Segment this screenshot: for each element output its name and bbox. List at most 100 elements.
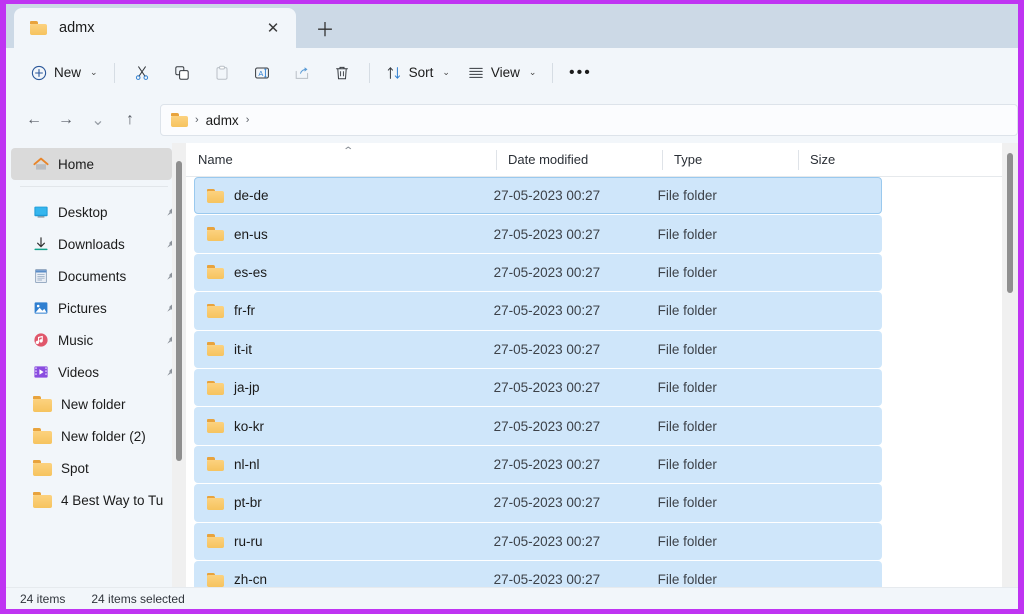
folder-icon: [207, 457, 224, 472]
copy-button[interactable]: [162, 57, 202, 89]
sidebar-item-label: Downloads: [58, 236, 125, 252]
share-button[interactable]: [282, 57, 322, 89]
sidebar-item-videos[interactable]: Videos: [11, 356, 177, 388]
column-header-label: Name: [198, 152, 233, 167]
file-name-cell: it-it: [195, 342, 494, 357]
sidebar-item-label: 4 Best Way to Tu: [61, 492, 164, 508]
sidebar-item-pictures[interactable]: Pictures: [11, 292, 177, 324]
plus-circle-icon: [31, 65, 47, 80]
command-toolbar: New ⌄ A Sort ⌄ View ⌄ •••: [6, 48, 1018, 97]
table-row[interactable]: ja-jp 27-05-2023 00:27 File folder: [194, 368, 882, 407]
folder-icon: [207, 227, 224, 242]
breadcrumb-item-admx[interactable]: admx: [206, 113, 239, 128]
scissors-icon: [135, 65, 148, 80]
file-type-cell: File folder: [657, 572, 717, 588]
close-icon[interactable]: ✕: [260, 15, 286, 41]
sidebar-item-documents[interactable]: Documents: [11, 260, 177, 292]
table-row[interactable]: de-de 27-05-2023 00:27 File folder: [194, 177, 882, 215]
file-date-cell: 27-05-2023 00:27: [493, 572, 601, 588]
address-bar[interactable]: › admx ›: [160, 104, 1018, 136]
paste-button[interactable]: [202, 57, 242, 89]
file-name-cell: ko-kr: [195, 419, 494, 434]
chevron-down-icon: ⌄: [442, 67, 450, 77]
recent-locations-button[interactable]: ⌄: [82, 105, 114, 135]
desktop-icon: [34, 206, 48, 218]
column-header-name[interactable]: Name ⌃: [186, 143, 496, 176]
folder-icon: [207, 342, 224, 357]
column-header-date-modified[interactable]: Date modified: [496, 143, 662, 176]
folder-icon: [33, 492, 52, 508]
tab-admx[interactable]: admx ✕: [14, 8, 296, 48]
table-row[interactable]: ko-kr 27-05-2023 00:27 File folder: [194, 407, 882, 445]
sidebar-item-4-best-way-to-tu[interactable]: 4 Best Way to Tu: [11, 484, 172, 516]
file-date-cell: 27-05-2023 00:27: [493, 533, 601, 549]
sidebar-divider: [20, 186, 168, 187]
folder-icon: [207, 419, 224, 434]
sidebar-item-new-folder[interactable]: New folder: [11, 388, 172, 420]
sidebar-item-label: Desktop: [58, 204, 108, 220]
table-row[interactable]: it-it 27-05-2023 00:27 File folder: [194, 330, 882, 368]
document-icon: [35, 268, 47, 284]
rename-icon: A: [254, 67, 269, 78]
file-list-scrollbar[interactable]: [1002, 143, 1018, 609]
chevron-down-icon: ⌄: [90, 67, 98, 77]
rename-button[interactable]: A: [242, 57, 282, 89]
table-row[interactable]: es-es 27-05-2023 00:27 File folder: [194, 253, 882, 292]
table-row[interactable]: en-us 27-05-2023 00:27 File folder: [194, 215, 882, 253]
column-header-label: Type: [674, 152, 703, 167]
sort-button-label: Sort: [408, 65, 434, 80]
sidebar-scrollbar-thumb[interactable]: [176, 161, 182, 461]
column-header-size[interactable]: Size: [798, 143, 888, 176]
file-list-scrollbar-thumb[interactable]: [1007, 153, 1013, 293]
forward-button[interactable]: →: [50, 105, 82, 135]
file-name: ja-jp: [234, 380, 260, 396]
delete-button[interactable]: [322, 57, 362, 89]
sidebar-item-downloads[interactable]: Downloads: [11, 228, 177, 260]
sidebar-item-spot[interactable]: Spot: [11, 452, 172, 484]
table-row[interactable]: pt-br 27-05-2023 00:27 File folder: [194, 484, 882, 522]
table-row[interactable]: ru-ru 27-05-2023 00:27 File folder: [194, 522, 882, 560]
sidebar-item-music[interactable]: Music: [11, 324, 177, 356]
sidebar-item-desktop[interactable]: Desktop: [11, 196, 177, 228]
file-type-cell: File folder: [657, 188, 717, 204]
clipboard-icon: [216, 65, 228, 80]
navigation-pane: Home Desktop Downloads Documents Picture…: [6, 143, 186, 609]
ellipsis-icon: •••: [569, 63, 592, 81]
home-icon: [33, 157, 49, 170]
sidebar-scrollbar[interactable]: [172, 143, 186, 609]
folder-icon: [33, 428, 52, 444]
file-date-cell: 27-05-2023 00:27: [493, 380, 601, 396]
sidebar-item-home[interactable]: Home: [11, 148, 172, 180]
up-button[interactable]: ↑: [114, 105, 146, 135]
file-date-cell: 27-05-2023 00:27: [493, 264, 601, 280]
new-button-label: New: [54, 65, 82, 80]
file-name-cell: zh-cn: [195, 572, 494, 587]
see-more-button[interactable]: •••: [560, 57, 600, 89]
column-header-type[interactable]: Type: [662, 143, 798, 176]
new-button[interactable]: New ⌄: [22, 57, 107, 89]
svg-text:A: A: [258, 69, 263, 78]
sidebar-item-label: New folder: [61, 396, 126, 412]
table-row[interactable]: fr-fr 27-05-2023 00:27 File folder: [194, 292, 882, 330]
back-button[interactable]: ←: [18, 105, 50, 135]
new-tab-button[interactable]: ＋: [308, 11, 342, 45]
share-icon: [295, 66, 308, 79]
file-explorer-window: admx ✕ ＋ New ⌄ A Sort ⌄ View ⌄ ••• ← → ⌄…: [6, 4, 1018, 609]
folder-icon: [207, 303, 224, 318]
file-rows: de-de 27-05-2023 00:27 File folder en-us…: [186, 177, 1018, 599]
copy-icon: [174, 65, 189, 80]
sort-button[interactable]: Sort ⌄: [377, 57, 459, 89]
breadcrumb-separator: ›: [195, 114, 199, 126]
table-row[interactable]: nl-nl 27-05-2023 00:27 File folder: [194, 445, 882, 484]
sort-ascending-icon: ⌃: [342, 146, 355, 157]
sidebar-item-label: Pictures: [58, 300, 107, 316]
status-bar: 24 items 24 items selected: [6, 587, 1018, 609]
file-date-cell: 27-05-2023 00:27: [493, 456, 601, 472]
cut-button[interactable]: [122, 57, 162, 89]
file-name-cell: ja-jp: [195, 380, 494, 395]
view-button[interactable]: View ⌄: [459, 57, 546, 89]
sidebar-item-new-folder-2[interactable]: New folder (2): [11, 420, 172, 452]
file-name: es-es: [234, 264, 268, 280]
file-date-cell: 27-05-2023 00:27: [493, 495, 601, 511]
file-name: zh-cn: [234, 572, 268, 588]
